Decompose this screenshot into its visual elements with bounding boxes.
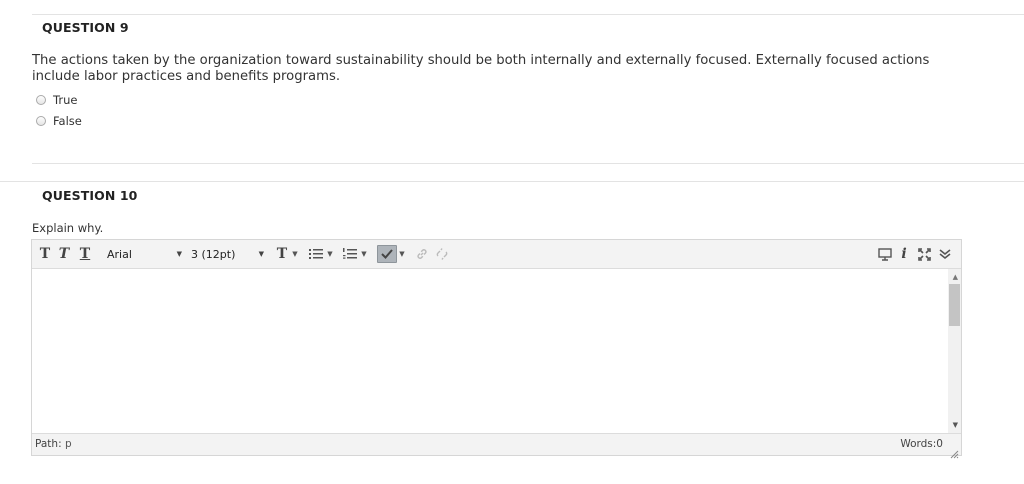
question-10-prompt: Explain why. xyxy=(32,221,104,235)
option-true-label[interactable]: True xyxy=(53,93,77,107)
link-icon[interactable] xyxy=(414,245,430,263)
question-10-top-divider xyxy=(0,181,1024,182)
question-10-title: QUESTION 10 xyxy=(42,188,138,203)
radio-true[interactable] xyxy=(36,95,46,105)
scroll-down-icon[interactable]: ▼ xyxy=(953,421,958,429)
bullet-list-icon[interactable] xyxy=(308,245,324,263)
option-false-label[interactable]: False xyxy=(53,114,82,128)
numbered-list-dropdown-icon[interactable]: ▼ xyxy=(360,245,368,263)
font-size-select[interactable]: 3 (12pt) ▼ xyxy=(188,245,266,263)
text-color-icon[interactable]: T xyxy=(275,245,289,263)
word-count: Words:0 xyxy=(900,438,943,450)
spellcheck-dropdown-icon[interactable]: ▼ xyxy=(398,245,406,263)
editor-toolbar: T T T Arial ▼ 3 (12pt) ▼ T ▼ ▼ ▼ ▼ i xyxy=(32,240,961,269)
scroll-up-icon[interactable]: ▲ xyxy=(953,273,958,281)
option-false[interactable]: False xyxy=(36,113,82,129)
fullscreen-icon[interactable] xyxy=(916,245,932,263)
text-color-dropdown-icon[interactable]: ▼ xyxy=(291,245,299,263)
resize-handle-icon[interactable] xyxy=(950,444,959,459)
question-9-bottom-divider xyxy=(32,163,1024,164)
top-divider xyxy=(32,14,1024,15)
preview-icon[interactable] xyxy=(877,245,893,263)
unlink-icon[interactable] xyxy=(434,245,450,263)
spellcheck-icon[interactable] xyxy=(377,245,397,263)
path-indicator: Path: p xyxy=(35,438,72,450)
path-label: Path: xyxy=(35,438,62,450)
numbered-list-icon[interactable] xyxy=(342,245,358,263)
font-size-dropdown-icon: ▼ xyxy=(258,250,264,258)
font-family-value: Arial xyxy=(107,247,132,261)
underline-icon[interactable]: T xyxy=(78,245,92,263)
font-size-value: 3 (12pt) xyxy=(191,247,236,261)
option-true[interactable]: True xyxy=(36,92,77,108)
info-icon[interactable]: i xyxy=(898,245,910,263)
question-9-title: QUESTION 9 xyxy=(42,20,129,35)
expand-toolbar-icon[interactable] xyxy=(937,245,953,263)
question-9-text: The actions taken by the organization to… xyxy=(32,53,930,84)
font-family-dropdown-icon: ▼ xyxy=(176,250,182,258)
path-element[interactable]: p xyxy=(65,438,72,450)
radio-false[interactable] xyxy=(36,116,46,126)
bullet-list-dropdown-icon[interactable]: ▼ xyxy=(326,245,334,263)
scroll-thumb[interactable] xyxy=(949,284,960,326)
font-family-select[interactable]: Arial ▼ xyxy=(104,245,184,263)
editor-statusbar: Path: p Words:0 xyxy=(32,433,961,459)
answer-editor: T T T Arial ▼ 3 (12pt) ▼ T ▼ ▼ ▼ ▼ i ▲ ▼… xyxy=(31,239,962,459)
editor-text-area[interactable] xyxy=(32,269,961,435)
italic-icon[interactable]: T xyxy=(57,245,71,263)
bold-icon[interactable]: T xyxy=(38,245,52,263)
